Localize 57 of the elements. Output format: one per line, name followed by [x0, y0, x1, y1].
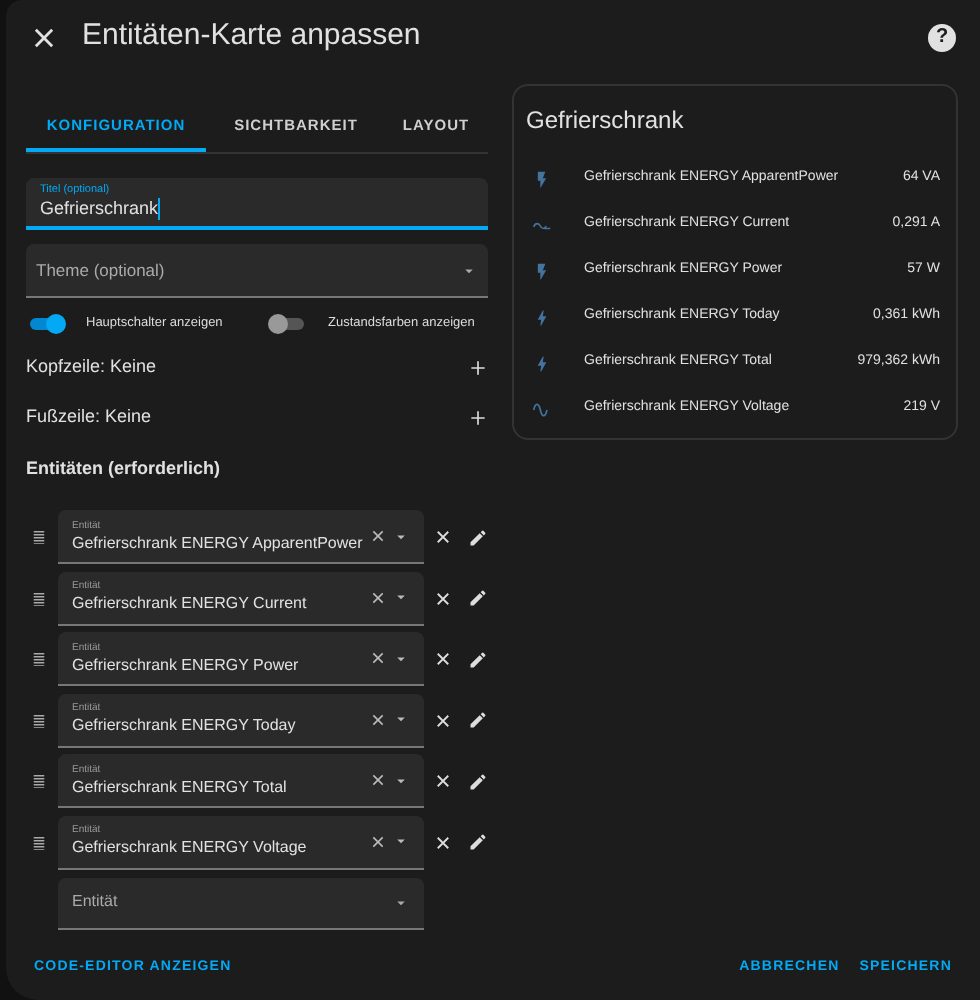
lightning-icon [532, 307, 552, 327]
pencil-icon [468, 771, 488, 792]
remove-button[interactable] [434, 772, 452, 791]
pencil-icon [468, 649, 488, 670]
pencil-icon [468, 832, 488, 853]
close-icon [434, 711, 452, 730]
flash-icon [532, 261, 552, 281]
edit-button[interactable] [468, 832, 488, 853]
section-label: Kopfzeile: Keine [26, 354, 157, 381]
remove-button[interactable] [434, 833, 452, 852]
drag-handle-icon [30, 772, 48, 791]
clear-icon [370, 650, 386, 667]
clear-icon [370, 772, 386, 789]
clear-icon [370, 711, 386, 728]
help-button[interactable]: ? [928, 23, 956, 51]
remove-button[interactable] [434, 589, 452, 608]
edit-button[interactable] [468, 588, 488, 609]
clear-icon [370, 833, 386, 850]
close-icon [434, 528, 452, 547]
theme-dropdown[interactable]: Theme (optional) [26, 244, 488, 298]
edit-button[interactable] [468, 710, 488, 731]
close-icon [434, 589, 452, 608]
pencil-icon [468, 710, 488, 731]
close-icon [434, 772, 452, 791]
toggle-switch[interactable] [272, 318, 304, 330]
section-label: Fußzeile: Keine [26, 404, 152, 431]
drag-handle-icon [30, 711, 48, 730]
edit-button[interactable] [468, 649, 488, 670]
add-button[interactable] [468, 408, 488, 428]
drag-handle-icon [30, 833, 48, 852]
add-button[interactable] [468, 358, 488, 378]
plus-icon [468, 408, 488, 428]
remove-button[interactable] [434, 711, 452, 730]
close-button[interactable] [30, 23, 58, 51]
toggle-switch[interactable] [30, 318, 62, 330]
close-icon [30, 23, 58, 51]
pencil-icon [468, 527, 488, 548]
close-icon [434, 833, 452, 852]
clear-icon [370, 528, 386, 545]
lightning-icon [532, 353, 552, 373]
plus-icon [468, 358, 488, 378]
close-icon [434, 650, 452, 669]
drag-handle-icon [30, 650, 48, 669]
dialog-title: Entitäten-Karte anpassen [82, 16, 423, 57]
edit-button[interactable] [468, 527, 488, 548]
section-heading: Entitäten (erforderlich) [26, 456, 223, 482]
pencil-icon [468, 588, 488, 609]
sine-wave-icon [532, 399, 552, 419]
card-title: Gefrierschrank [524, 104, 686, 138]
remove-button[interactable] [434, 528, 452, 547]
entity-dropdown[interactable]: Entität [58, 877, 424, 929]
edit-button[interactable] [468, 771, 488, 792]
clear-icon [370, 589, 386, 606]
remove-button[interactable] [434, 650, 452, 669]
flash-icon [532, 169, 552, 189]
drag-handle-icon [30, 528, 48, 547]
drag-handle-icon [30, 589, 48, 608]
